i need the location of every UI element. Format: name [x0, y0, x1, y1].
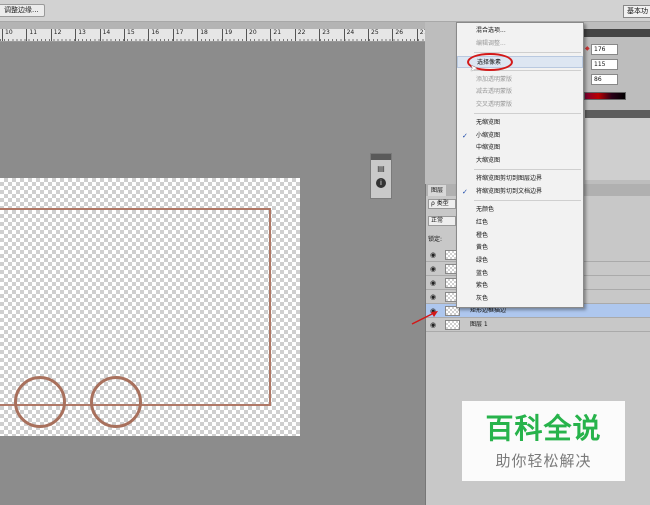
eye-visibility-icon[interactable]: ◉	[430, 279, 436, 287]
ruler-tick: 16	[148, 29, 159, 41]
menu-item-label: 小缩览图	[476, 132, 501, 139]
menu-item: 减去透明蒙版	[457, 86, 583, 98]
options-bar: 调整边缘... 基本功	[0, 0, 650, 22]
eye-visibility-icon[interactable]: ◉	[430, 251, 436, 259]
menu-item[interactable]: 蓝色	[457, 268, 583, 280]
layer-row[interactable]: ◉ 图层 1	[426, 318, 650, 332]
dock-header	[580, 29, 650, 37]
menu-item[interactable]: ✓ 小缩览图	[457, 130, 583, 142]
menu-item-label: 编辑调整...	[476, 40, 506, 47]
mouse-cursor-icon: ➤	[470, 64, 478, 74]
menu-item[interactable]: 无缩览图	[457, 117, 583, 129]
menu-item-label: 灰色	[476, 295, 489, 302]
menu-item-label: 无颜色	[476, 206, 495, 213]
histogram-icon[interactable]: ▤	[375, 163, 387, 175]
ruler-tick: 12	[50, 29, 61, 41]
menu-item-label: 红色	[476, 219, 489, 226]
menu-item-label: 将缩览图剪切到文档边界	[476, 188, 543, 195]
layer-filter-select[interactable]: ρ 类型	[428, 199, 456, 209]
ring-shape-right	[90, 376, 142, 428]
refine-edge-button[interactable]: 调整边缘...	[0, 4, 45, 17]
document-canvas[interactable]	[0, 178, 300, 436]
workspace-button[interactable]: 基本功	[623, 5, 650, 18]
ruler-tick: 22	[294, 29, 305, 41]
dock-panel-body	[585, 118, 650, 180]
ruler-tick: 17	[172, 29, 183, 41]
menu-item-label: 橙色	[476, 232, 489, 239]
ruler-tick: 20	[246, 29, 257, 41]
menu-item[interactable]: 红色	[457, 217, 583, 229]
layer-name: 矩形边框描边	[470, 307, 507, 314]
menu-item-label: 减去透明蒙版	[476, 88, 513, 95]
tab-layers[interactable]: 图层	[428, 185, 447, 196]
watermark-title: 百科全说	[485, 412, 602, 445]
menu-separator	[474, 113, 581, 114]
color-channel-marker-1: ◆	[585, 45, 590, 52]
dock-panel-header	[585, 110, 650, 118]
blend-mode-select[interactable]: 正常	[428, 216, 456, 226]
menu-item[interactable]: 混合选项...	[457, 25, 583, 37]
menu-item-label: 添加透明蒙版	[476, 76, 513, 83]
menu-separator	[474, 169, 581, 170]
layer-name: 图层 1	[470, 321, 488, 328]
menu-item-label: 紫色	[476, 282, 489, 289]
menu-item-label: 蓝色	[476, 270, 489, 277]
document-tab-strip	[0, 22, 456, 29]
menu-separator	[474, 200, 581, 201]
mini-tool-panel: ▤ i	[370, 153, 392, 199]
menu-item[interactable]: 灰色	[457, 293, 583, 305]
ruler-tick: 21	[270, 29, 281, 41]
ruler-tick: 26	[392, 29, 403, 41]
menu-item[interactable]: 无颜色	[457, 204, 583, 216]
menu-item[interactable]: 大缩览图	[457, 155, 583, 167]
menu-item[interactable]: 黄色	[457, 242, 583, 254]
ruler-tick: 23	[319, 29, 330, 41]
ring-shape-left	[14, 376, 66, 428]
color-value-field-1[interactable]: 176	[591, 44, 618, 55]
checkmark-icon: ✓	[462, 132, 468, 140]
menu-item-label: 交叉透明蒙版	[476, 101, 513, 108]
info-icon[interactable]: i	[376, 178, 386, 188]
ruler-tick: 15	[124, 29, 135, 41]
menu-item[interactable]: 将缩览图剪切到图层边界	[457, 173, 583, 185]
horizontal-ruler: 10111213141516171819202122232425262728	[0, 29, 456, 42]
ruler-tick: 10	[2, 29, 13, 41]
ruler-tick: 25	[368, 29, 379, 41]
eye-visibility-icon[interactable]: ◉	[430, 265, 436, 273]
menu-item[interactable]: 中缩览图	[457, 142, 583, 154]
lock-label: 锁定:	[428, 236, 443, 243]
menu-item[interactable]: 紫色	[457, 280, 583, 292]
menu-item[interactable]: 橙色	[457, 230, 583, 242]
color-spectrum-bar[interactable]	[584, 92, 626, 100]
menu-item-label: 大缩览图	[476, 157, 501, 164]
watermark-subtitle: 助你轻松解决	[495, 452, 592, 470]
mini-panel-header[interactable]	[371, 154, 391, 160]
menu-item: 编辑调整...	[457, 38, 583, 50]
ruler-tick: 11	[26, 29, 37, 41]
menu-item-label: 无缩览图	[476, 119, 501, 126]
ruler-tick: 18	[197, 29, 208, 41]
checkmark-icon: ✓	[462, 188, 468, 196]
menu-item-label: 将缩览图剪切到图层边界	[476, 175, 543, 182]
ruler-tick: 19	[221, 29, 232, 41]
menu-item[interactable]: 绿色	[457, 255, 583, 267]
ruler-tick: 24	[343, 29, 354, 41]
watermark-logo: 百科全说 助你轻松解决	[462, 401, 625, 481]
menu-item-label: 黄色	[476, 244, 489, 251]
menu-item[interactable]: ✓ 将缩览图剪切到文档边界	[457, 186, 583, 198]
menu-item-label: 绿色	[476, 257, 489, 264]
color-value-field-3[interactable]: 86	[591, 74, 618, 85]
menu-item: 交叉透明蒙版	[457, 99, 583, 111]
ruler-tick: 14	[99, 29, 110, 41]
menu-item: 添加透明蒙版	[457, 74, 583, 86]
ruler-tick: 13	[75, 29, 86, 41]
layer-thumbnail[interactable]	[445, 320, 460, 330]
annotation-arrow	[411, 311, 438, 325]
menu-item-label: 中缩览图	[476, 144, 501, 151]
menu-item-label: 混合选项...	[476, 27, 506, 34]
color-value-field-2[interactable]: 115	[591, 59, 618, 70]
eye-visibility-icon[interactable]: ◉	[430, 293, 436, 301]
